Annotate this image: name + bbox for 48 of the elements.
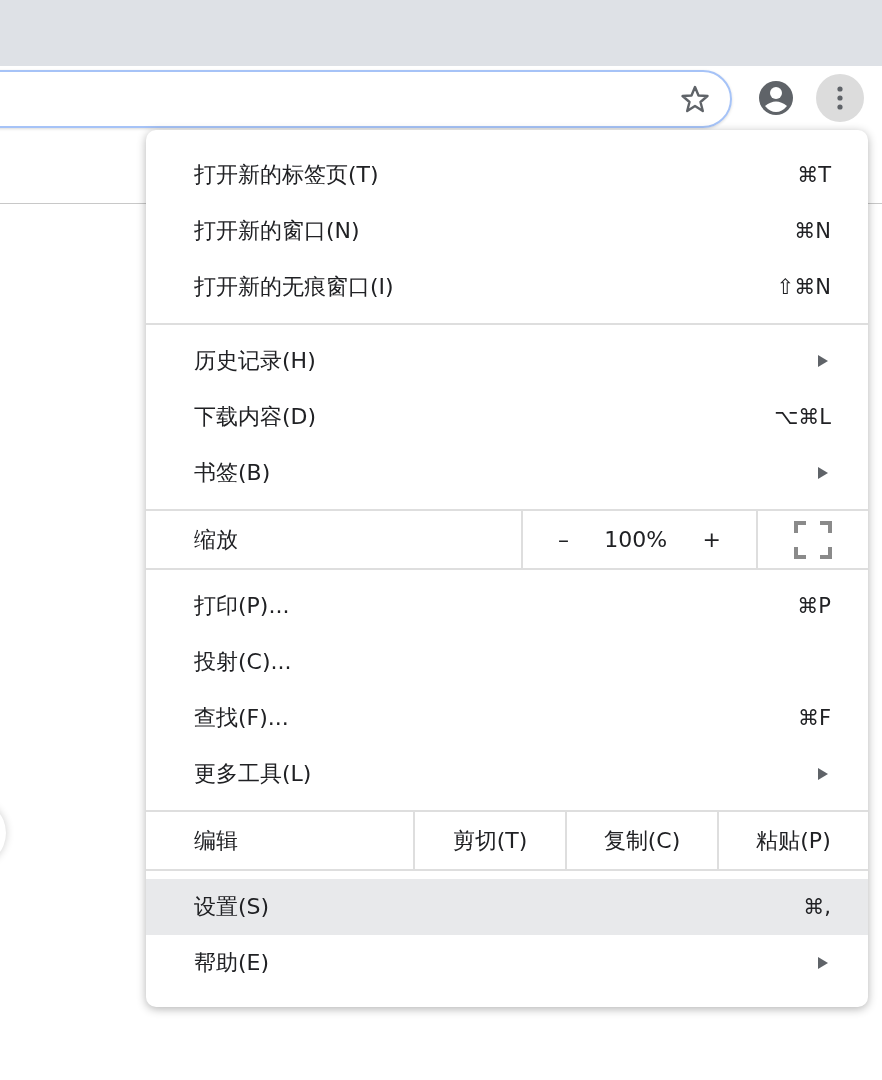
menu-item[interactable]: 更多工具(L) (146, 746, 868, 802)
submenu-arrow-icon[interactable] (817, 956, 829, 970)
shortcut-label: ⇧⌘N (776, 275, 831, 299)
zoom-in-button[interactable]: + (697, 527, 726, 552)
shortcut-label: ⌥⌘L (774, 405, 831, 429)
menu-item-label: 下载内容(D) (194, 403, 318, 431)
zoom-label: 缩放 (146, 511, 523, 568)
menu-item[interactable]: 历史记录(H) (146, 333, 868, 389)
zoom-level: 100% (604, 527, 668, 552)
shortcut-label: ⌘, (803, 895, 831, 919)
menu-button[interactable] (816, 74, 864, 122)
edit-action-button[interactable]: 复制(C) (567, 812, 719, 869)
menu-item[interactable]: 打开新的窗口(N) ⌘N (146, 203, 868, 259)
menu-item-label: 打开新的无痕窗口(I) (194, 273, 395, 301)
shortcut-label: ⌘F (797, 706, 831, 730)
submenu-arrow-icon[interactable] (817, 466, 829, 480)
menu-item-label: 打开新的标签页(T) (194, 161, 380, 189)
menu-item-label: 设置(S) (194, 893, 271, 921)
menu-item-label: 投射(C)... (194, 648, 293, 676)
menu-item-label: 打印(P)... (194, 592, 291, 620)
shortcut-label: ⌘T (797, 163, 831, 187)
zoom-out-button[interactable]: – (553, 527, 574, 552)
menu-item-label: 打开新的窗口(N) (194, 217, 361, 245)
edit-action-button[interactable]: 粘贴(P) (719, 812, 868, 869)
menu-item-label: 查找(F)... (194, 704, 290, 732)
menu-item[interactable]: 查找(F)... ⌘F (146, 690, 868, 746)
menu-item[interactable]: 投射(C)... (146, 634, 868, 690)
menu-item[interactable]: 书签(B) (146, 445, 868, 501)
edit-label: 编辑 (146, 812, 415, 869)
submenu-arrow-icon[interactable] (817, 354, 829, 368)
menu-icon[interactable] (837, 86, 843, 110)
fullscreen-button[interactable] (794, 520, 832, 559)
menu-item-label: 历史记录(H) (194, 347, 317, 375)
menu-item[interactable]: 打开新的标签页(T) ⌘T (146, 147, 868, 203)
menu-item[interactable]: 打开新的无痕窗口(I) ⇧⌘N (146, 259, 868, 315)
account-icon[interactable] (758, 80, 794, 116)
menu-item[interactable]: 打印(P)... ⌘P (146, 578, 868, 634)
shortcut-label: ⌘P (797, 594, 831, 618)
shortcut-label: ⌘N (794, 219, 831, 243)
menu-item[interactable]: 帮助(E) (146, 935, 868, 991)
menu-item[interactable]: 设置(S) ⌘, (146, 879, 868, 935)
edit-action-button[interactable]: 剪切(T) (415, 812, 567, 869)
menu-item-label: 书签(B) (194, 459, 272, 487)
submenu-arrow-icon[interactable] (817, 767, 829, 781)
menu-item-label: 更多工具(L) (194, 760, 313, 788)
menu-item[interactable]: 下载内容(D) ⌥⌘L (146, 389, 868, 445)
menu-item-label: 帮助(E) (194, 949, 271, 977)
star-icon[interactable] (680, 84, 710, 114)
